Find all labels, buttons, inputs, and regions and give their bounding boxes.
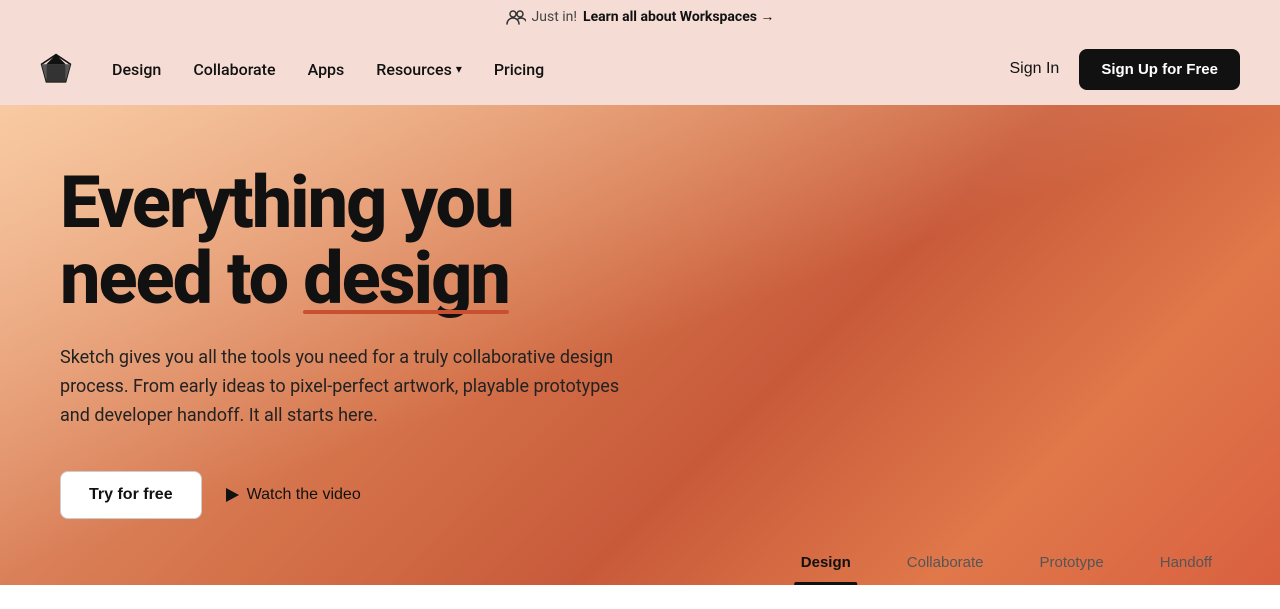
navbar-actions: Sign In Sign Up for Free xyxy=(1010,49,1241,90)
tab-handoff[interactable]: Handoff xyxy=(1132,540,1240,585)
watch-video-button[interactable]: Watch the video xyxy=(226,486,361,504)
announcement-link[interactable]: Learn all about Workspaces → xyxy=(583,8,774,25)
hero-content: Everything you need to design Sketch giv… xyxy=(0,105,700,559)
play-icon xyxy=(226,488,239,502)
nav-item-apps[interactable]: Apps xyxy=(308,60,345,79)
sign-in-button[interactable]: Sign In xyxy=(1010,60,1060,78)
nav-links: Design Collaborate Apps Resources ▾ Pric… xyxy=(112,60,1010,79)
hero-title: Everything you need to design xyxy=(60,165,640,316)
hero-subtitle: Sketch gives you all the tools you need … xyxy=(60,344,640,430)
logo[interactable] xyxy=(40,53,72,85)
announcement-prefix: Just in! xyxy=(532,9,577,25)
hero-actions: Try for free Watch the video xyxy=(60,471,640,519)
chevron-down-icon: ▾ xyxy=(456,62,462,76)
nav-item-design[interactable]: Design xyxy=(112,60,161,79)
users-icon xyxy=(506,9,526,25)
hero-tabs: Design Collaborate Prototype Handoff xyxy=(773,540,1240,585)
nav-item-pricing[interactable]: Pricing xyxy=(494,60,544,79)
tab-prototype[interactable]: Prototype xyxy=(1012,540,1132,585)
nav-item-collaborate[interactable]: Collaborate xyxy=(193,60,275,79)
watch-video-label: Watch the video xyxy=(247,486,361,504)
try-for-free-button[interactable]: Try for free xyxy=(60,471,202,519)
nav-item-resources[interactable]: Resources ▾ xyxy=(376,60,462,79)
sign-up-button[interactable]: Sign Up for Free xyxy=(1079,49,1240,90)
hero-section: Everything you need to design Sketch giv… xyxy=(0,105,1280,585)
hero-title-underline: design xyxy=(303,241,509,317)
tab-collaborate[interactable]: Collaborate xyxy=(879,540,1012,585)
announcement-bar: Just in! Learn all about Workspaces → xyxy=(0,0,1280,33)
navbar: Design Collaborate Apps Resources ▾ Pric… xyxy=(0,33,1280,105)
tab-design[interactable]: Design xyxy=(773,540,879,585)
